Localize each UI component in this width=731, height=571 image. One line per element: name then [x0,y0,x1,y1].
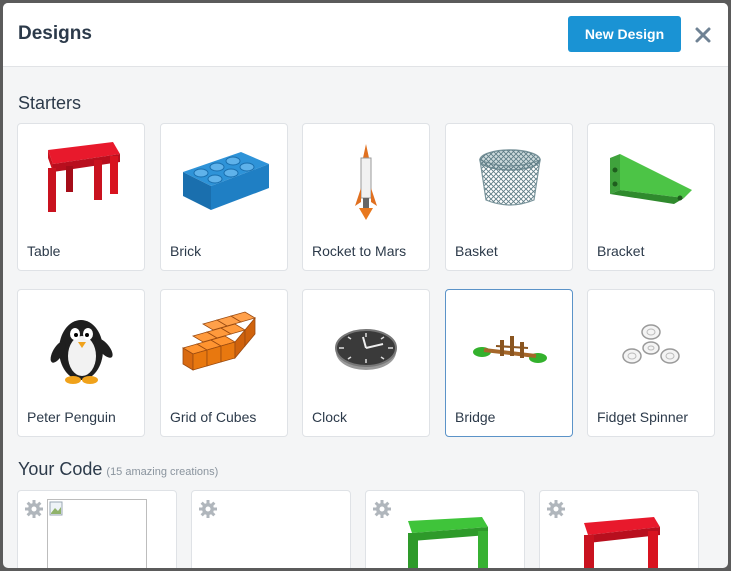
starter-label: Bridge [455,409,496,425]
designs-modal: Designs New Design Starters Table Brick … [3,3,728,568]
starter-card-table[interactable]: Table [17,123,145,271]
code-card[interactable] [17,490,177,568]
close-button[interactable] [691,23,715,47]
brick-icon [183,152,269,210]
starter-label: Fidget Spinner [597,409,689,425]
starter-card-penguin[interactable]: Peter Penguin [17,289,145,437]
penguin-icon [50,320,113,384]
rocket-icon [355,144,377,220]
red-table-icon [584,517,660,568]
code-card[interactable] [191,490,351,568]
modal-title: Designs [18,23,92,44]
your-code-heading: Your Code (15 amazing creations) [18,459,218,480]
bridge-icon [473,336,547,363]
starter-label: Rocket to Mars [312,243,407,259]
starter-label: Table [27,243,61,259]
starter-card-rocket[interactable]: Rocket to Mars [302,123,430,271]
modal-header: Designs New Design [3,3,728,67]
close-icon [695,27,711,43]
starter-label: Grid of Cubes [170,409,257,425]
bracket-icon [610,154,692,204]
gear-icon[interactable] [546,499,566,519]
code-card[interactable] [365,490,525,568]
starter-label: Peter Penguin [27,409,116,425]
your-code-title: Your Code [18,459,103,479]
table-icon [48,142,120,212]
gear-icon[interactable] [198,499,218,519]
green-table-icon [408,517,488,568]
your-code-count: (15 amazing creations) [106,466,219,478]
new-design-button[interactable]: New Design [568,16,681,52]
starter-card-clock[interactable]: Clock [302,289,430,437]
gear-icon[interactable] [372,499,392,519]
starter-card-cubes[interactable]: Grid of Cubes [160,289,288,437]
cubes-icon [182,311,256,371]
clock-icon [335,329,397,370]
basket-icon [479,149,541,206]
starter-label: Clock [312,409,348,425]
gear-icon[interactable] [24,499,44,519]
broken-image-icon [47,499,147,568]
spinner-icon [622,324,680,364]
starter-card-bracket[interactable]: Bracket [587,123,715,271]
starter-card-basket[interactable]: Basket [445,123,573,271]
starters-heading: Starters [18,93,82,113]
starter-card-brick[interactable]: Brick [160,123,288,271]
starter-card-fidget-spinner[interactable]: Fidget Spinner [587,289,715,437]
starter-card-bridge[interactable]: Bridge [445,289,573,437]
starter-label: Bracket [597,243,645,259]
starter-label: Basket [455,243,498,259]
code-card[interactable] [539,490,699,568]
starter-label: Brick [170,243,202,259]
